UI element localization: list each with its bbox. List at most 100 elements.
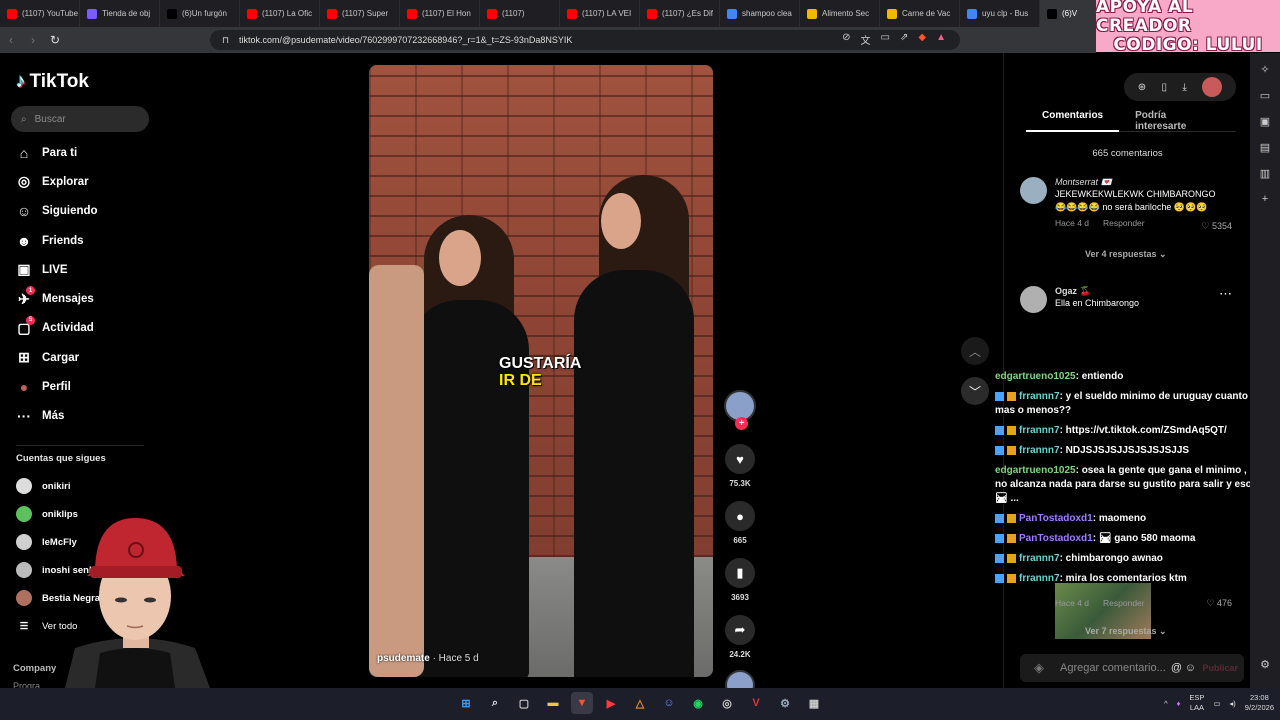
browser-tab[interactable]: uyu clp - Bus — [960, 0, 1040, 27]
comment-likes[interactable]: ♡ 5354 — [1201, 221, 1232, 232]
bookmark-icon[interactable]: ▮ — [725, 558, 755, 588]
sticker-icon[interactable]: ◈ — [1034, 660, 1044, 676]
nav-item-ms[interactable]: ··· Más — [16, 402, 156, 431]
chevron-up-icon[interactable]: ︿ — [961, 337, 989, 365]
nav-item-mensajes[interactable]: ✈ 1 Mensajes — [16, 284, 156, 313]
notification-badge: 1 — [26, 286, 35, 296]
tray-chevron-icon[interactable]: ^ — [1164, 699, 1168, 708]
clock[interactable]: 23:08 9/2/2026 — [1245, 693, 1274, 713]
chat-text: : 🛤 gano 580 maoma — [1092, 533, 1196, 544]
translate-icon[interactable]: 文 — [861, 32, 871, 47]
brave-rewards-icon[interactable]: ▲ — [936, 32, 946, 47]
volume-icon[interactable]: ◂) — [1230, 699, 1236, 708]
chat-badge-icon — [1007, 553, 1016, 563]
browser-tab[interactable]: (6)Un furgón — [160, 0, 240, 27]
task-view-icon[interactable]: ▢ — [513, 692, 535, 714]
discord-icon[interactable]: ☺ — [658, 692, 680, 714]
comment-author[interactable]: Montserrat 💌 — [1055, 177, 1235, 188]
forward-icon[interactable]: › — [22, 29, 44, 51]
video-author[interactable]: psudemate — [377, 653, 430, 664]
search-input[interactable]: ⌕ Buscar — [11, 106, 149, 132]
tab-related[interactable]: Podría interesarte — [1119, 110, 1236, 132]
back-icon[interactable]: ‹ — [0, 29, 22, 51]
bookmark-icon[interactable]: ⊓ — [222, 35, 229, 46]
extension-icon[interactable]: ⊘ — [842, 32, 850, 47]
comment-avatar[interactable] — [1020, 286, 1047, 313]
chevron-down-icon[interactable]: ﹀ — [961, 377, 989, 405]
reload-icon[interactable]: ↻ — [44, 29, 66, 51]
mention-icon[interactable]: @ — [1171, 662, 1182, 674]
comment-likes[interactable]: ♡ 476 — [1206, 598, 1232, 609]
browser-tab[interactable]: shampoo clea — [720, 0, 800, 27]
browser-tab[interactable]: (1107) LA VEI — [560, 0, 640, 27]
browser-tab[interactable]: Carne de Vac — [880, 0, 960, 27]
user-avatar[interactable] — [1202, 77, 1223, 97]
browser-tab[interactable]: (1107) YouTube — [0, 0, 80, 27]
nav-item-siguiendo[interactable]: ☺ Siguiendo — [16, 197, 156, 226]
browser-tab[interactable]: (1107) El Hon — [400, 0, 480, 27]
reply-button[interactable]: Responder — [1103, 598, 1145, 608]
account-avatar — [16, 534, 32, 550]
add-comment-input[interactable]: ◈ Agregar comentario... @ ☺ Publicar — [1020, 654, 1244, 682]
valorant-icon[interactable]: V — [745, 692, 767, 714]
steam-icon[interactable]: ⚙ — [774, 692, 796, 714]
video-player[interactable]: GUSTARÍA IR DE psudemate · Hace 5 d — [369, 65, 713, 677]
author-avatar[interactable]: + — [724, 390, 756, 430]
view-replies-button[interactable]: Ver 7 respuestas ⌄ — [1085, 626, 1167, 637]
nav-item-live[interactable]: ▣ LIVE — [16, 255, 156, 284]
browser-tab[interactable]: (1107) ¿Es Dif — [640, 0, 720, 27]
download-icon[interactable]: ⤓ — [1182, 82, 1186, 93]
browser-tab[interactable]: (1107) La Ofic — [240, 0, 320, 27]
follow-plus-icon[interactable]: + — [735, 417, 748, 430]
start-icon[interactable]: ⊞ — [455, 692, 477, 714]
browser-tab[interactable]: Tienda de obj — [80, 0, 160, 27]
emoji-icon[interactable]: ☺ — [1185, 662, 1196, 674]
browser-tab[interactable]: Alimento Sec — [800, 0, 880, 27]
tiktok-logo[interactable]: ♪ TikTok — [16, 71, 89, 93]
view-replies-button[interactable]: Ver 4 respuestas ⌄ — [1085, 249, 1167, 260]
publish-button[interactable]: Publicar — [1202, 663, 1238, 673]
comment-author[interactable]: Ogaz 🍒 — [1055, 286, 1235, 297]
nav-item-cargar[interactable]: ⊞ Cargar — [16, 343, 156, 372]
ai-icon[interactable]: ✧ — [1260, 63, 1269, 76]
tab-comments[interactable]: Comentarios — [1026, 110, 1120, 132]
reply-button[interactable]: Responder — [1103, 218, 1145, 228]
file-explorer-icon[interactable]: ▬ — [542, 692, 564, 714]
add-icon[interactable]: + — [1262, 193, 1268, 205]
language-indicator[interactable]: ESP LAA — [1189, 693, 1204, 713]
media-player-icon[interactable]: ▶ — [600, 692, 622, 714]
spotify-icon[interactable]: ◉ — [687, 692, 709, 714]
mic-icon[interactable]: ♦ — [1177, 699, 1181, 708]
nav-item-parati[interactable]: ⌂ Para ti — [16, 138, 156, 167]
phone-icon[interactable]: ▯ — [1162, 82, 1168, 93]
like-icon[interactable]: ♥ — [725, 444, 755, 474]
wallet-icon[interactable]: ▣ — [1260, 115, 1270, 128]
comment-icon[interactable]: ● — [725, 501, 755, 531]
bookmarks-icon[interactable]: ▤ — [1260, 141, 1270, 154]
chat-message: frrannn7: NDJSJSJSJJSJSJSJSJJS — [995, 444, 1280, 458]
share-arrow-icon[interactable]: ➦ — [725, 615, 755, 645]
comment-avatar[interactable] — [1020, 177, 1047, 204]
app2-icon[interactable]: ◎ — [716, 692, 738, 714]
compass-small-icon[interactable]: ⊛ — [1138, 82, 1146, 93]
brave-icon[interactable]: ▼ — [571, 692, 593, 714]
brave-shield-icon[interactable]: ◆ — [918, 32, 926, 47]
more-options-icon[interactable]: ⋯ — [1219, 286, 1232, 302]
followed-account[interactable]: onikiri — [16, 472, 146, 500]
nav-item-friends[interactable]: ☻ Friends — [16, 226, 156, 255]
browser-tab[interactable]: (1107) — [480, 0, 560, 27]
search-icon[interactable]: ⌕ — [484, 692, 506, 714]
settings-icon[interactable]: ⚙ — [1260, 658, 1270, 671]
nav-item-perfil[interactable]: ● Perfil — [16, 372, 156, 401]
nav-item-actividad[interactable]: ▢ 5 Actividad — [16, 314, 156, 343]
nav-item-explorar[interactable]: ◎ Explorar — [16, 167, 156, 196]
chat-icon[interactable]: ▭ — [1260, 89, 1270, 102]
calculator-icon[interactable]: ▦ — [803, 692, 825, 714]
network-icon[interactable]: ▭ — [1213, 699, 1220, 708]
cast-icon[interactable]: ▭ — [881, 32, 890, 47]
reading-list-icon[interactable]: ▥ — [1260, 167, 1270, 180]
share-icon[interactable]: ⇗ — [900, 32, 908, 47]
app-icon[interactable]: △ — [629, 692, 651, 714]
browser-tab[interactable]: (1107) Super — [320, 0, 400, 27]
url-text: tiktok.com/@psudemate/video/760299970723… — [239, 35, 573, 45]
